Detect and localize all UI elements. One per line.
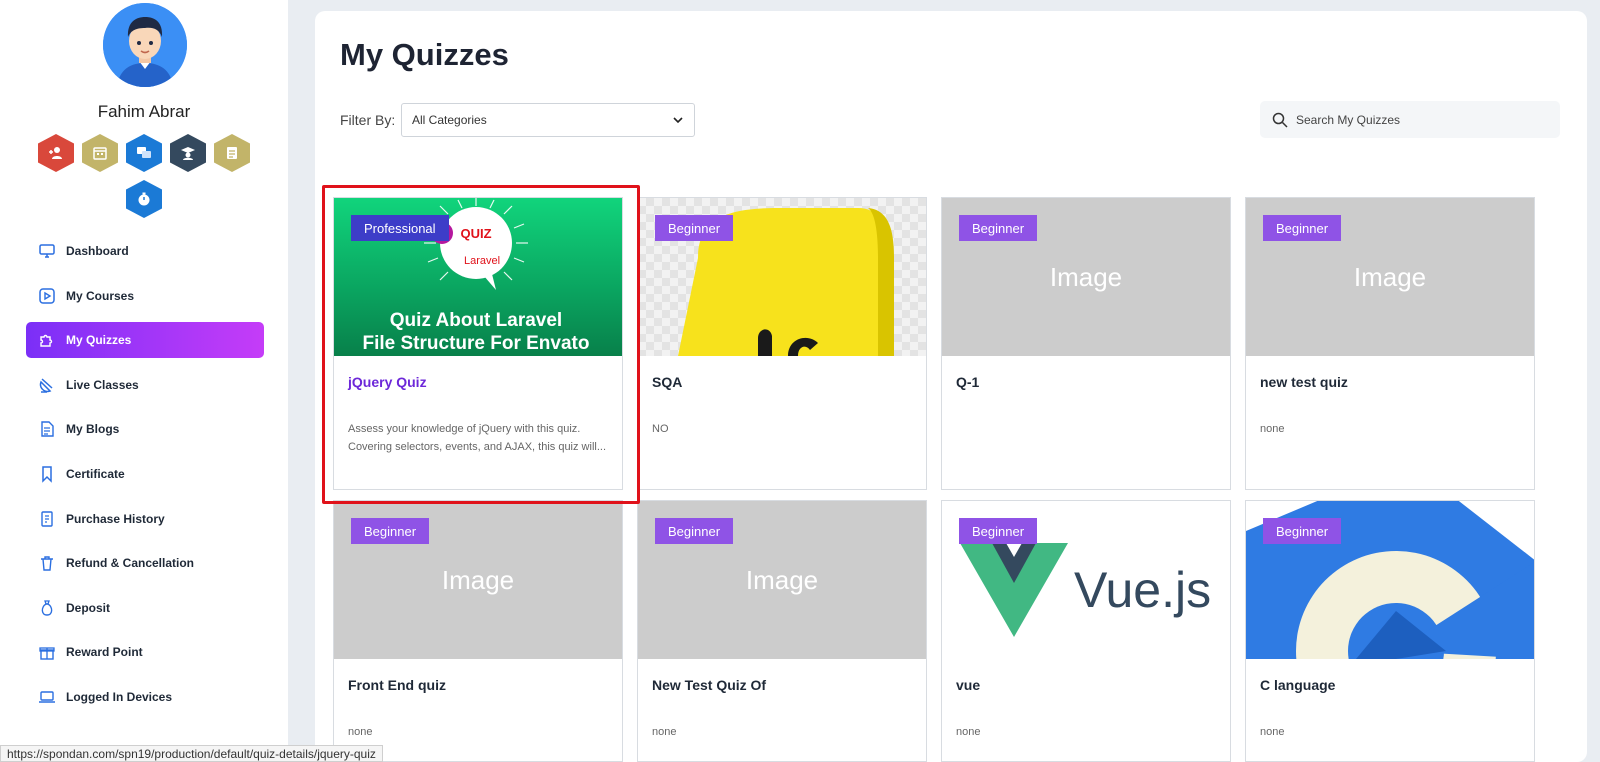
avatar[interactable] — [103, 3, 187, 87]
quiz-description: none — [652, 726, 677, 738]
gift-icon — [39, 647, 55, 661]
quiz-card[interactable]: Image Beginner new test quiz none — [1245, 197, 1535, 490]
sidebar-item-label: Logged In Devices — [66, 689, 173, 704]
bookmark-icon — [42, 466, 52, 483]
timer-icon[interactable] — [126, 180, 162, 218]
quiz-title[interactable]: Q-1 — [956, 374, 979, 390]
quiz-title[interactable]: vue — [956, 677, 980, 693]
sidebar-item-logged-in-devices[interactable]: Logged In Devices — [26, 679, 264, 715]
search-input[interactable] — [1296, 112, 1536, 127]
level-badge: Beginner — [1263, 215, 1342, 241]
category-filter-select[interactable]: All Categories — [401, 103, 695, 137]
quiz-thumbnail-line1: Quiz About Laravel — [390, 310, 562, 331]
level-badge: Beginner — [959, 518, 1038, 544]
quiz-thumbnail: Image Beginner — [334, 501, 622, 659]
quiz-thumbnail: ? QUIZ Laravel Quiz About Laravel File S… — [334, 198, 622, 356]
play-icon — [39, 287, 55, 304]
quiz-card[interactable]: Image Beginner Q-1 — [941, 197, 1231, 490]
sidebar-item-purchase-history[interactable]: Purchase History — [26, 501, 264, 537]
quiz-description: NO — [652, 423, 669, 435]
quiz-thumbnail: Vue.js Beginner — [942, 501, 1230, 659]
sidebar-item-my-quizzes[interactable]: My Quizzes — [26, 322, 264, 359]
sidebar-item-label: My Courses — [66, 288, 135, 303]
receipt-icon — [41, 510, 53, 527]
puzzle-icon — [40, 335, 53, 347]
level-badge: Professional — [351, 215, 449, 241]
sidebar-item-dashboard[interactable]: Dashboard — [26, 233, 264, 269]
level-badge: Beginner — [1263, 518, 1342, 544]
sidebar-item-refund[interactable]: Refund & Cancellation — [26, 545, 264, 581]
document-icon[interactable] — [214, 134, 250, 172]
calendar-icon[interactable] — [82, 134, 118, 172]
sidebar: Fahim Abrar Dashboard My Courses My Quiz… — [0, 0, 288, 762]
search-icon — [1272, 112, 1288, 128]
quiz-card[interactable]: ? QUIZ Laravel Quiz About Laravel File S… — [333, 197, 623, 490]
page-title: My Quizzes — [340, 37, 509, 72]
quiz-title[interactable]: new test quiz — [1260, 374, 1348, 390]
monitor-icon — [39, 244, 55, 258]
quiz-card[interactable]: Beginner C language none — [1245, 500, 1535, 762]
laptop-icon — [39, 691, 55, 703]
level-badge: Beginner — [655, 215, 734, 241]
broadcast-icon — [39, 378, 53, 393]
sidebar-item-label: My Quizzes — [66, 333, 132, 348]
blog-icon — [41, 421, 54, 438]
quiz-thumbnail: Image Beginner — [942, 198, 1230, 356]
browser-status-url: https://spondan.com/spn19/production/def… — [0, 745, 383, 762]
level-badge: Beginner — [351, 518, 430, 544]
quiz-description: none — [348, 726, 373, 738]
sidebar-item-live-classes[interactable]: Live Classes — [26, 367, 264, 403]
sidebar-item-label: Purchase History — [66, 511, 165, 526]
quiz-thumbnail: Beginner — [638, 198, 926, 356]
filter-label: Filter By: — [340, 112, 396, 128]
sidebar-item-label: Live Classes — [66, 377, 139, 392]
quiz-card[interactable]: Image Beginner New Test Quiz Of none — [637, 500, 927, 762]
quiz-thumbnail-brand: Laravel — [464, 255, 500, 267]
sidebar-item-label: My Blogs — [66, 422, 120, 437]
quiz-title[interactable]: C language — [1260, 677, 1335, 693]
quiz-thumbnail: Image Beginner — [1246, 198, 1534, 356]
sidebar-nav: Dashboard My Courses My Quizzes Live Cla… — [26, 233, 264, 724]
trash-icon — [41, 556, 53, 571]
quiz-description: none — [956, 726, 981, 738]
sidebar-item-my-courses[interactable]: My Courses — [26, 278, 264, 314]
quiz-card[interactable]: Image Beginner Front End quiz none — [333, 500, 623, 762]
sidebar-item-label: Reward Point — [66, 645, 143, 660]
achievement-badges — [28, 134, 260, 218]
level-badge: Beginner — [959, 215, 1038, 241]
chevron-down-icon — [673, 117, 683, 124]
quiz-title[interactable]: SQA — [652, 374, 682, 390]
money-bag-icon — [41, 600, 53, 616]
quiz-description: none — [1260, 726, 1285, 738]
graduate-icon[interactable] — [170, 134, 206, 172]
quiz-title[interactable]: New Test Quiz Of — [652, 677, 766, 693]
quiz-title[interactable]: jQuery Quiz — [348, 374, 427, 390]
quiz-thumbnail: Image Beginner — [638, 501, 926, 659]
vue-logo-text: Vue.js — [1074, 562, 1211, 618]
category-filter-value: All Categories — [412, 113, 487, 127]
quiz-thumbnail: Beginner — [1246, 501, 1534, 659]
quiz-title[interactable]: Front End quiz — [348, 677, 446, 693]
search-box — [1260, 101, 1560, 138]
sidebar-item-reward-point[interactable]: Reward Point — [26, 634, 264, 670]
quiz-card[interactable]: Vue.js Beginner vue none — [941, 500, 1231, 762]
quiz-description: none — [1260, 423, 1285, 435]
quiz-card[interactable]: Beginner SQA NO — [637, 197, 927, 490]
sidebar-item-label: Dashboard — [66, 244, 129, 258]
quiz-description: Assess your knowledge of jQuery with thi… — [348, 423, 607, 453]
quiz-thumbnail-badge: QUIZ — [460, 226, 491, 241]
sidebar-item-label: Deposit — [66, 600, 111, 615]
user-plus-icon[interactable] — [38, 134, 74, 172]
sidebar-item-label: Certificate — [66, 466, 125, 481]
level-badge: Beginner — [655, 518, 734, 544]
main-panel: My Quizzes Filter By: All Categories Sea… — [315, 11, 1587, 762]
sidebar-item-label: Refund & Cancellation — [66, 556, 195, 571]
user-name: Fahim Abrar — [97, 102, 191, 121]
sidebar-item-certificate[interactable]: Certificate — [26, 456, 264, 492]
chat-icon[interactable] — [126, 134, 162, 172]
sidebar-item-deposit[interactable]: Deposit — [26, 590, 264, 626]
quiz-thumbnail-line2: File Structure For Envato — [363, 333, 590, 354]
sidebar-item-my-blogs[interactable]: My Blogs — [26, 411, 264, 447]
